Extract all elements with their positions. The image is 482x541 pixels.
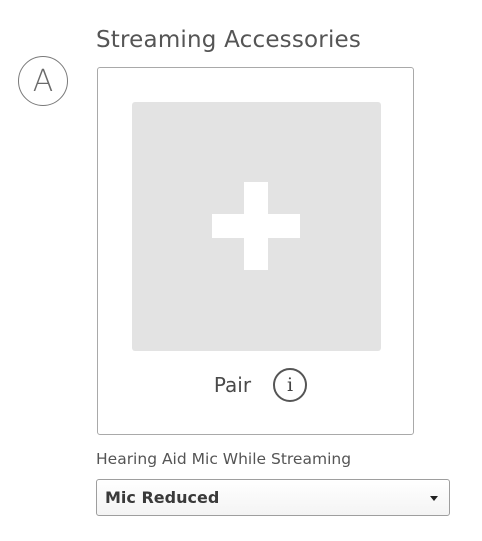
mic-while-streaming-select[interactable]: Mic Reduced <box>96 479 450 516</box>
info-icon[interactable]: i <box>273 368 308 402</box>
pair-label: Pair <box>213 373 252 397</box>
section-title: Streaming Accessories <box>96 27 362 53</box>
pair-row: Pair i <box>98 368 415 402</box>
callout-letter: A <box>32 63 54 99</box>
pair-accessory-tile[interactable] <box>132 102 381 351</box>
select-value: Mic Reduced <box>105 488 220 507</box>
chevron-down-icon <box>430 496 438 501</box>
mic-while-streaming-label: Hearing Aid Mic While Streaming <box>96 450 352 468</box>
info-icon-glyph: i <box>287 374 294 396</box>
callout-letter-a: A <box>18 56 68 106</box>
streaming-accessories-panel: Pair i <box>97 67 414 435</box>
